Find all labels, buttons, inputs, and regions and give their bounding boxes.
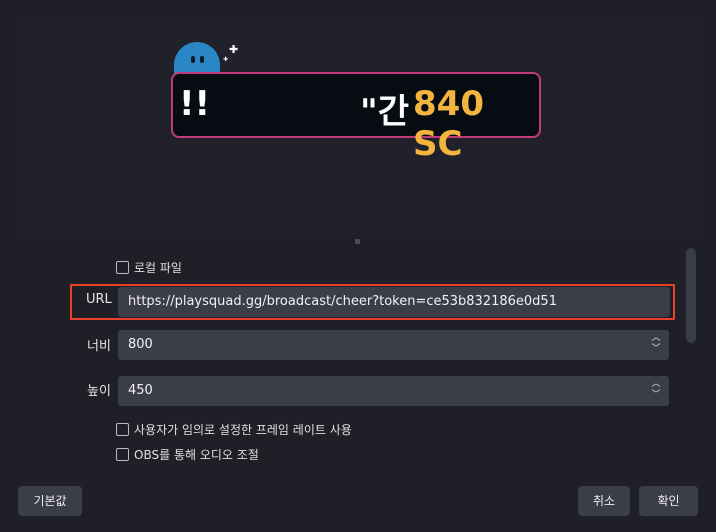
mascot-eye-icon	[191, 56, 195, 63]
local-file-label: 로컬 파일	[134, 261, 182, 275]
height-stepper[interactable]: ︿ ﹀	[651, 379, 661, 401]
mascot-eye-icon	[200, 56, 204, 63]
obs-audio-label: OBS를 통해 오디오 조절	[134, 448, 259, 462]
donation-banner: !! "간 840 SC	[171, 72, 541, 164]
properties-scrollbar[interactable]	[686, 248, 696, 343]
defaults-button[interactable]: 기본값	[18, 486, 82, 516]
url-input[interactable]: https://playsquad.gg/broadcast/cheer?tok…	[118, 287, 670, 317]
resize-handle[interactable]	[355, 239, 360, 244]
chevron-up-icon[interactable]: ︿	[651, 333, 661, 344]
sparkle-icon: ✚	[229, 43, 239, 56]
chevron-up-icon[interactable]: ︿	[651, 379, 661, 390]
width-label: 너비	[87, 339, 111, 354]
url-label: URL	[86, 292, 112, 307]
width-stepper[interactable]: ︿ ﹀	[651, 333, 661, 355]
url-value: https://playsquad.gg/broadcast/cheer?tok…	[128, 294, 557, 309]
height-input[interactable]: 450 ︿ ﹀	[118, 376, 669, 406]
sparkle-icon: ✚	[223, 56, 229, 63]
cancel-button[interactable]: 취소	[578, 486, 630, 516]
custom-framerate-label: 사용자가 임의로 설정한 프레임 레이트 사용	[134, 423, 352, 437]
browser-source-preview: ✚ ✚ !! "간 840 SC	[18, 20, 698, 238]
obs-audio-checkbox[interactable]	[116, 448, 129, 461]
custom-framerate-checkbox[interactable]	[116, 423, 129, 436]
chevron-down-icon[interactable]: ﹀	[651, 390, 661, 401]
custom-framerate-option[interactable]: 사용자가 임의로 설정한 프레임 레이트 사용	[116, 421, 352, 438]
local-file-checkbox[interactable]	[116, 261, 129, 274]
chevron-down-icon[interactable]: ﹀	[651, 344, 661, 355]
obs-audio-option[interactable]: OBS를 통해 오디오 조절	[116, 446, 259, 463]
banner-exclamation: !!	[179, 84, 211, 124]
width-value: 800	[128, 337, 153, 352]
banner-amount: 840 SC	[413, 84, 484, 164]
width-input[interactable]: 800 ︿ ﹀	[118, 330, 669, 360]
ok-button[interactable]: 확인	[639, 486, 698, 516]
height-label: 높이	[87, 384, 111, 399]
local-file-option[interactable]: 로컬 파일	[116, 259, 182, 276]
banner-prefix-text: "간	[360, 92, 409, 132]
height-value: 450	[128, 383, 153, 398]
